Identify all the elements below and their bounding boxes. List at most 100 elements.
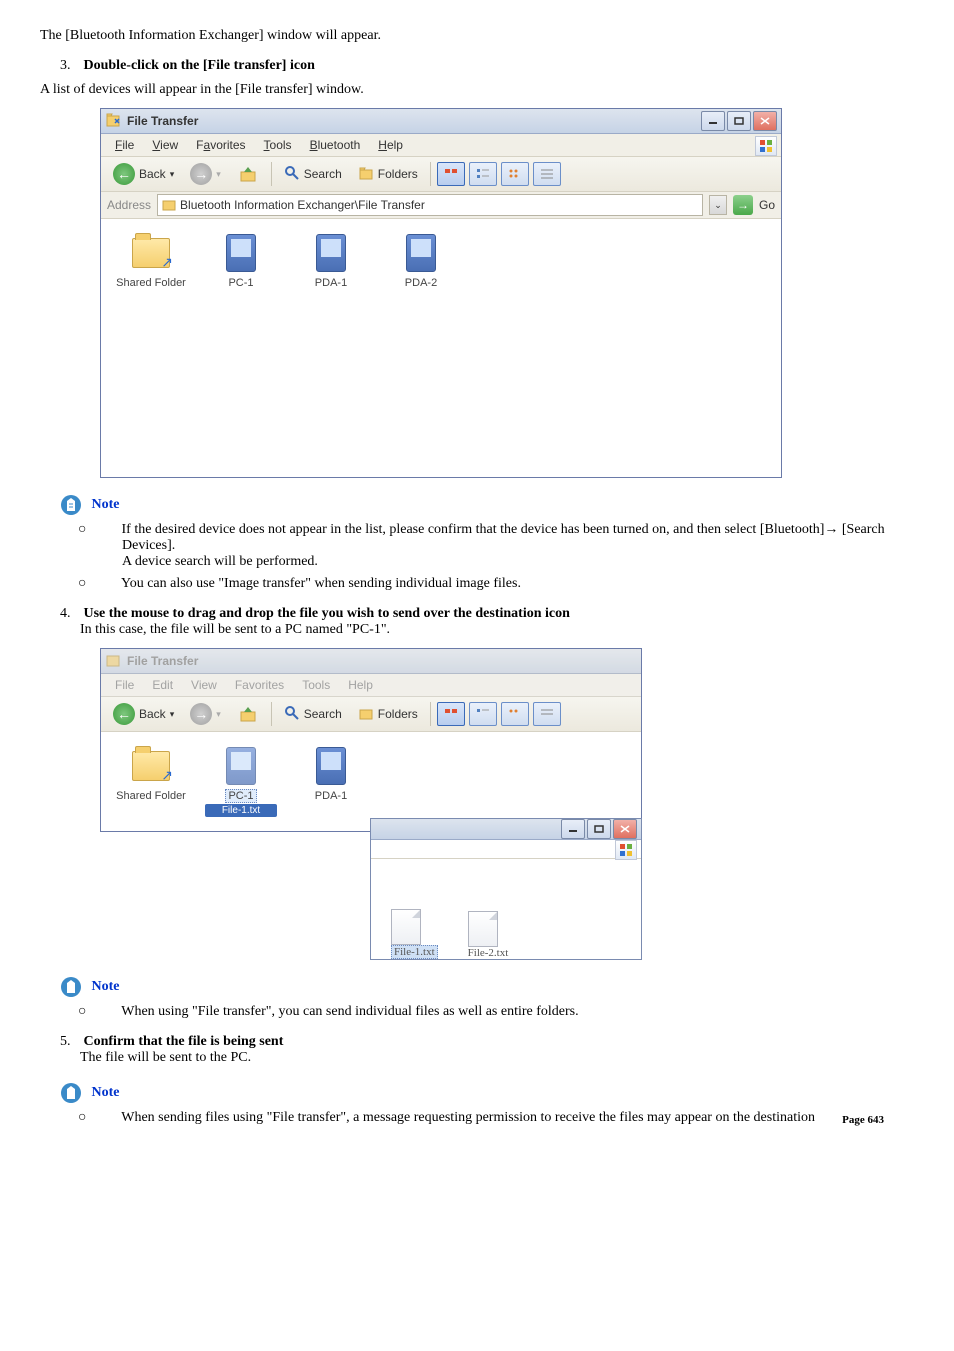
search-button[interactable]: Search	[278, 161, 348, 187]
address-icon	[162, 197, 176, 214]
minimize-button[interactable]	[701, 111, 725, 131]
titlebar[interactable]	[371, 819, 641, 840]
view-thumbs-button[interactable]	[533, 702, 561, 726]
content-area: ↗ Shared Folder PC-1 File-1.txt PDA-1	[101, 732, 641, 831]
file-transfer-window: File Transfer File View Favorites Tools …	[100, 108, 782, 478]
pda-icon	[221, 233, 261, 273]
bullet-icon: ○	[100, 522, 118, 538]
step-5: 5. Confirm that the file is being sent T…	[60, 1034, 914, 1066]
step-3: 3. Double-click on the [File transfer] i…	[60, 58, 914, 74]
address-bar: Address Bluetooth Information Exchanger\…	[101, 192, 781, 219]
menu-edit[interactable]: Edit	[144, 676, 181, 694]
note-2-b1: When using "File transfer", you can send…	[121, 1004, 578, 1019]
back-button[interactable]: ← Back ▾	[107, 161, 180, 187]
window-title: File Transfer	[127, 654, 637, 668]
step-5-num: 5.	[60, 1034, 80, 1050]
note-1-bullet-2: ○ You can also use "Image transfer" when…	[100, 576, 914, 592]
file-1-item[interactable]: File-1.txt	[391, 909, 438, 959]
shared-folder-item[interactable]: ↗ Shared Folder	[115, 233, 187, 289]
pda-icon	[311, 233, 351, 273]
back-label: Back	[139, 167, 166, 181]
menu-view[interactable]: View	[144, 136, 186, 154]
step-4-title: Use the mouse to drag and drop the file …	[84, 606, 570, 621]
bullet-icon: ○	[100, 1004, 118, 1020]
folders-icon	[358, 165, 374, 184]
note-label: Note	[92, 979, 120, 994]
search-label: Search	[304, 707, 342, 721]
window-title: File Transfer	[127, 114, 701, 128]
up-icon	[237, 703, 259, 725]
folders-button[interactable]: Folders	[352, 161, 424, 187]
menu-file[interactable]: File	[107, 136, 142, 154]
address-box[interactable]: Bluetooth Information Exchanger\File Tra…	[157, 194, 703, 216]
view-details-button[interactable]	[501, 702, 529, 726]
file-2-item[interactable]: File-2.txt	[468, 911, 509, 959]
pc-1-item[interactable]: PC-1 File-1.txt	[205, 746, 277, 817]
menu-view[interactable]: View	[183, 676, 225, 694]
pc-1-item[interactable]: PC-1	[205, 233, 277, 289]
note-icon	[60, 494, 82, 516]
step-3-title: Double-click on the [File transfer] icon	[84, 58, 315, 73]
pda-1-item[interactable]: PDA-1	[295, 746, 367, 802]
note-3-b1: When sending files using "File transfer"…	[121, 1110, 815, 1125]
maximize-button[interactable]	[587, 819, 611, 839]
back-dd[interactable]: ▾	[170, 169, 175, 180]
address-dropdown[interactable]: ⌄	[709, 195, 727, 215]
step-4: 4. Use the mouse to drag and drop the fi…	[60, 606, 914, 638]
shared-folder-label: Shared Folder	[115, 790, 187, 802]
up-button[interactable]	[231, 701, 265, 727]
menu-file[interactable]: File	[107, 676, 142, 694]
close-button[interactable]	[613, 819, 637, 839]
folders-label: Folders	[378, 707, 418, 721]
forward-button[interactable]: →▾	[184, 701, 227, 727]
view-details-button[interactable]	[501, 162, 529, 186]
back-icon: ←	[113, 163, 135, 185]
fwd-dd[interactable]: ▾	[216, 169, 221, 180]
minimize-button[interactable]	[561, 819, 585, 839]
menu-bluetooth[interactable]: Bluetooth	[302, 136, 369, 154]
folders-icon	[358, 705, 374, 724]
menu-help[interactable]: Help	[370, 136, 411, 154]
toolbar-separator-2	[430, 702, 431, 726]
pda-1-item[interactable]: PDA-1	[295, 233, 367, 289]
note-icon	[60, 1082, 82, 1104]
view-icons-button[interactable]	[437, 702, 465, 726]
note-label: Note	[92, 497, 120, 512]
file-2-label: File-2.txt	[468, 947, 509, 959]
view-list-button[interactable]	[469, 162, 497, 186]
forward-button[interactable]: → ▾	[184, 161, 227, 187]
toolbar-separator	[271, 162, 272, 186]
menu-bar: File Edit View Favorites Tools Help	[101, 674, 641, 697]
titlebar[interactable]: File Transfer	[101, 109, 781, 134]
back-button[interactable]: ← Back ▾	[107, 701, 180, 727]
go-button[interactable]: →	[733, 195, 753, 215]
shared-folder-item[interactable]: ↗ Shared Folder	[115, 746, 187, 802]
pda-2-item[interactable]: PDA-2	[385, 233, 457, 289]
view-list-button[interactable]	[469, 702, 497, 726]
step-3-desc: A list of devices will appear in the [Fi…	[40, 82, 914, 98]
step-5-desc: The file will be sent to the PC.	[80, 1050, 251, 1065]
note-3: Note	[60, 1082, 914, 1104]
menu-bar: File View Favorites Tools Bluetooth Help	[101, 134, 781, 157]
up-button[interactable]	[231, 161, 265, 187]
menu-tools[interactable]: Tools	[294, 676, 338, 694]
menu-help[interactable]: Help	[340, 676, 381, 694]
titlebar[interactable]: File Transfer	[101, 649, 641, 674]
view-icons-button[interactable]	[437, 162, 465, 186]
note-1-bullet-1: ○ If the desired device does not appear …	[100, 522, 914, 570]
search-button[interactable]: Search	[278, 701, 348, 727]
menu-favorites[interactable]: Favorites	[188, 136, 253, 154]
pda-icon	[401, 233, 441, 273]
view-thumbs-button[interactable]	[533, 162, 561, 186]
note-1-b2: You can also use "Image transfer" when s…	[121, 576, 521, 591]
menu-favorites[interactable]: Favorites	[227, 676, 292, 694]
menu-tools[interactable]: Tools	[256, 136, 300, 154]
file-icon	[468, 911, 498, 947]
files-area: File-1.txt File-2.txt	[371, 859, 641, 969]
folders-button[interactable]: Folders	[352, 701, 424, 727]
toolbar: ← Back ▾ → ▾ Search Folders	[101, 157, 781, 192]
maximize-button[interactable]	[727, 111, 751, 131]
file-transfer-window-2: File Transfer File Edit View Favorites T…	[100, 648, 642, 832]
toolbar-separator	[271, 702, 272, 726]
close-button[interactable]	[753, 111, 777, 131]
